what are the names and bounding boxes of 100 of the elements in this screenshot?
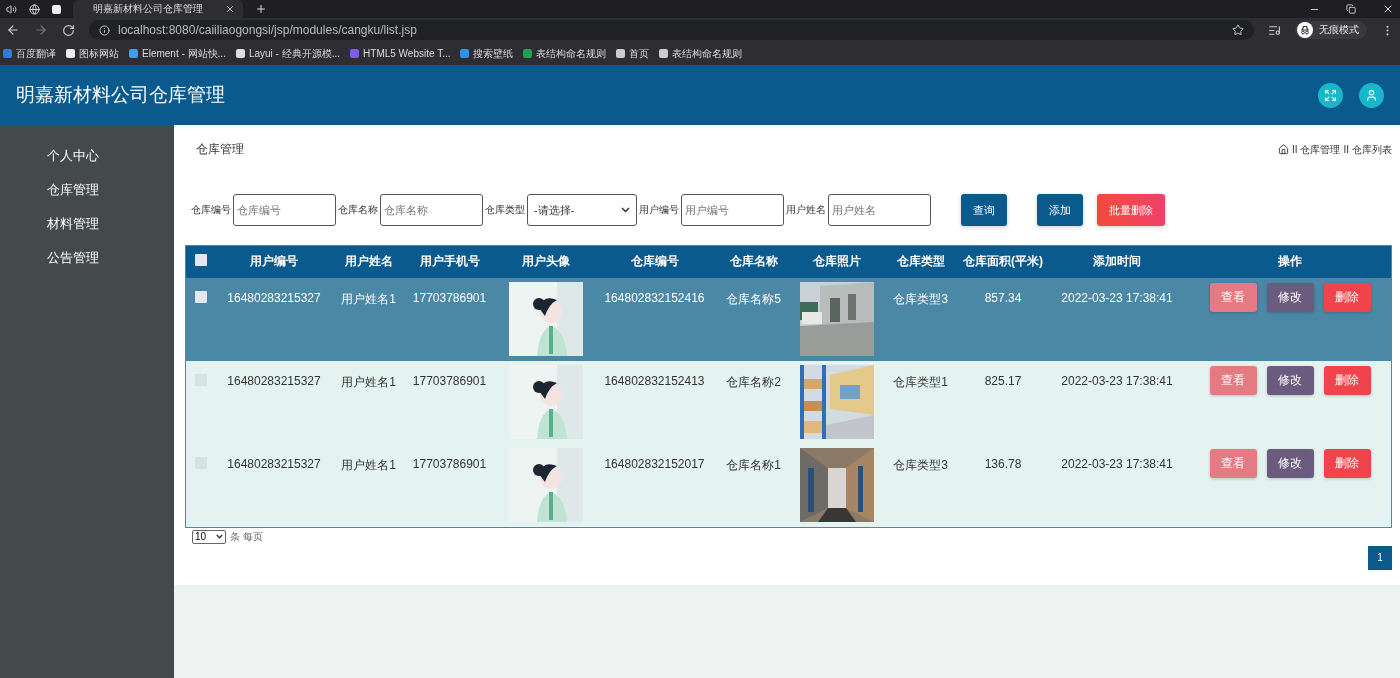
edit-button[interactable]: 修改 xyxy=(1266,448,1314,478)
breadcrumb-separator: II xyxy=(1343,144,1349,155)
breadcrumb-item[interactable]: 仓库管理 xyxy=(1300,142,1341,157)
incognito-icon xyxy=(1297,22,1313,38)
table-cell: 164802832152416 xyxy=(596,277,713,361)
bookmark[interactable]: 图标网站 xyxy=(66,46,119,61)
table-cell: 164802832152413 xyxy=(596,360,713,444)
filter-label: 仓库名称 xyxy=(338,203,378,217)
close-icon[interactable] xyxy=(1382,3,1394,15)
tab-title: 明嘉新材料公司仓库管理 xyxy=(93,2,203,16)
user-button[interactable] xyxy=(1359,82,1384,108)
table-cell: 仓库类型3 xyxy=(879,443,962,527)
site-icon xyxy=(350,49,360,58)
filter-label: 仓库编号 xyxy=(191,203,231,217)
site-icon xyxy=(523,49,533,58)
bookmark[interactable]: 搜索壁纸 xyxy=(460,46,514,61)
column-header: 用户头像 xyxy=(494,245,597,278)
table-cell: 164802832152017 xyxy=(596,443,713,527)
delete-button[interactable]: 删除 xyxy=(1323,365,1371,395)
column-header: 用户手机号 xyxy=(404,245,495,278)
site-icon xyxy=(616,49,626,58)
table-cell: 17703786901 xyxy=(404,360,495,444)
action-button[interactable]: 查询 xyxy=(961,194,1007,226)
table-cell: 用户姓名1 xyxy=(332,443,405,527)
bookmark[interactable]: Element - 网站快... xyxy=(129,46,226,61)
column-header: 仓库名称 xyxy=(712,245,795,278)
page-title: 仓库管理 xyxy=(196,141,244,158)
table-cell: 仓库类型1 xyxy=(879,360,962,444)
restore-icon[interactable] xyxy=(1346,4,1356,14)
address-bar[interactable]: localhost:8080/caiiliaogongsi/jsp/modules/cangku/list.jsp xyxy=(89,20,1254,40)
table-cell: 仓库名称1 xyxy=(712,443,795,527)
bookmark[interactable]: 首页 xyxy=(616,46,650,61)
edit-button[interactable]: 修改 xyxy=(1266,365,1314,395)
column-header: 仓库编号 xyxy=(596,245,713,278)
reload-icon[interactable] xyxy=(62,23,75,37)
batch-delete-button[interactable]: 批量删除 xyxy=(1097,194,1165,226)
table-row[interactable]: 16480283215327 用户姓名1 17703786901 164802832152416 仓库名称5 仓库类型3 857.34 2022-03-23 17:38:41 查看 修改 删除 xyxy=(185,277,1392,361)
delete-button[interactable]: 删除 xyxy=(1323,282,1371,312)
star-icon[interactable] xyxy=(1232,24,1244,36)
table-cell: 16480283215327 xyxy=(215,277,333,361)
table-cell: 825.17 xyxy=(961,360,1045,444)
page-button[interactable]: 1 xyxy=(1368,545,1392,570)
profile-chip[interactable]: 无痕模式 xyxy=(1295,21,1367,39)
table-cell: 2022-03-23 17:38:41 xyxy=(1044,360,1190,444)
table-cell: 17703786901 xyxy=(404,277,495,361)
sidebar-item[interactable]: 个人中心 xyxy=(0,145,174,167)
type-dropdown[interactable]: -请选择- xyxy=(527,194,637,226)
page-size-label: 条 每页 xyxy=(230,529,263,544)
new-tab-icon[interactable] xyxy=(255,3,267,15)
row-checkbox[interactable] xyxy=(194,290,207,303)
globe-icon[interactable] xyxy=(29,3,40,15)
column-header: 用户姓名 xyxy=(332,245,405,278)
home-icon[interactable] xyxy=(1277,144,1289,155)
delete-button[interactable]: 删除 xyxy=(1323,448,1371,478)
filter-label: 仓库类型 xyxy=(485,203,525,217)
breadcrumb-item[interactable]: 仓库列表 xyxy=(1352,142,1392,157)
table-cell: 857.34 xyxy=(961,277,1045,361)
sidebar-item[interactable]: 公告管理 xyxy=(0,247,174,269)
site-icon xyxy=(129,49,138,58)
caret-icon xyxy=(216,534,223,539)
column-header: 仓库照片 xyxy=(794,245,880,278)
sidebar-item[interactable]: 仓库管理 xyxy=(0,179,174,201)
table-cell: 136.78 xyxy=(961,443,1045,527)
action-button[interactable]: 添加 xyxy=(1037,194,1083,226)
table-cell: 用户姓名1 xyxy=(332,277,405,361)
select-all-checkbox[interactable] xyxy=(194,254,207,267)
speaker-icon[interactable] xyxy=(6,3,17,15)
table-cell: 2022-03-23 17:38:41 xyxy=(1044,443,1190,527)
media-icon[interactable] xyxy=(1268,23,1281,37)
page-size-dropdown[interactable]: 10 xyxy=(192,529,226,544)
browser-tab[interactable]: 明嘉新材料公司仓库管理 xyxy=(73,0,243,18)
sidebar-item[interactable]: 材料管理 xyxy=(0,213,174,235)
site-icon xyxy=(659,49,669,58)
bookmark[interactable]: Layui - 经典开源模... xyxy=(235,46,341,61)
filter-field[interactable]: 用户姓名 xyxy=(828,194,931,226)
site-icon xyxy=(66,49,75,58)
column-header: 添加时间 xyxy=(1044,245,1190,278)
fullscreen-button[interactable] xyxy=(1318,82,1343,108)
back-icon[interactable] xyxy=(6,23,20,37)
filter-label: 用户姓名 xyxy=(786,203,826,217)
column-header: 仓库类型 xyxy=(879,245,962,278)
info-icon[interactable] xyxy=(99,24,110,36)
bookmark[interactable]: HTML5 Website T... xyxy=(350,48,451,59)
filter-field[interactable]: 仓库编号 xyxy=(233,194,336,226)
table-cell: 16480283215327 xyxy=(215,443,333,527)
table-row[interactable]: 16480283215327 用户姓名1 17703786901 164802832152017 仓库名称1 仓库类型3 136.78 2022-03-23 17:38:41 查看 修改 删除 xyxy=(185,443,1392,527)
breadcrumb-separator: II xyxy=(1291,144,1298,155)
filter-label: 用户编号 xyxy=(639,203,679,217)
square-icon[interactable] xyxy=(52,4,61,14)
bookmark[interactable]: 百度翻译 xyxy=(3,46,56,61)
app-title: 明嘉新材料公司仓库管理 xyxy=(16,83,226,107)
forward-icon[interactable] xyxy=(34,23,48,37)
filter-field[interactable]: 用户编号 xyxy=(681,194,784,226)
edit-button[interactable]: 修改 xyxy=(1266,282,1314,312)
table-row[interactable]: 16480283215327 用户姓名1 17703786901 164802832152413 仓库名称2 仓库类型1 825.17 2022-03-23 17:38:41 查看 修改 删除 xyxy=(185,360,1392,444)
bookmark[interactable]: 表结构命名规则 xyxy=(659,46,743,61)
table-cell: 16480283215327 xyxy=(215,360,333,444)
filter-field[interactable]: 仓库名称 xyxy=(380,194,483,226)
bookmark[interactable]: 表结构命名规则 xyxy=(523,46,607,61)
close-icon[interactable] xyxy=(225,4,235,14)
